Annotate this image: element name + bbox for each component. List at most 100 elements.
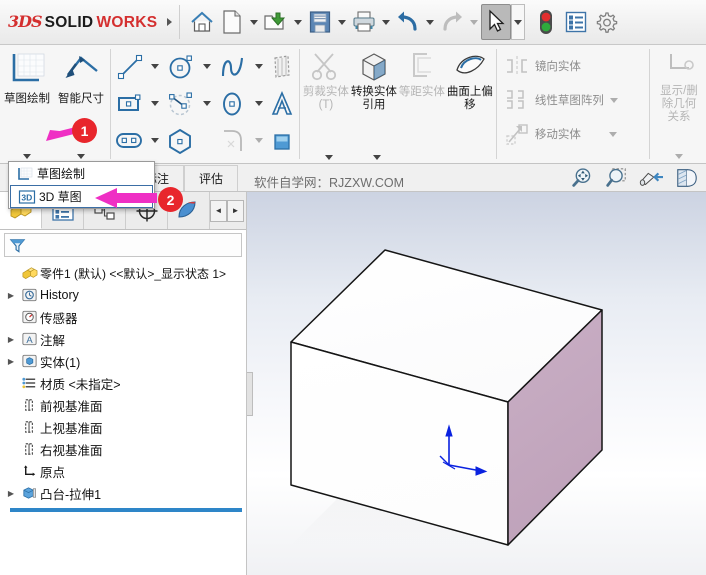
feature-manager-panel: ◄ ► 零件1 (默认) <<默认>_显示状态 1> ▶ History 传感器… (0, 192, 247, 575)
graphics-area[interactable] (247, 192, 706, 575)
smart-dimension-button[interactable]: 智能尺寸 (54, 45, 108, 163)
tree-item-right-plane[interactable]: 右视基准面 (4, 438, 246, 460)
tree-item-origin[interactable]: 原点 (4, 460, 246, 482)
tree-item-history[interactable]: ▶ History (4, 284, 246, 306)
tree-item-annotations[interactable]: ▶ A 注解 (4, 328, 246, 350)
expand-arrow-icon[interactable]: ▶ (4, 489, 18, 498)
slot-icon (116, 132, 142, 148)
origin-icon (18, 463, 40, 479)
save-button[interactable] (305, 4, 335, 40)
offset-entities-button[interactable]: 等距实体 (398, 45, 446, 163)
tree-item-front-plane[interactable]: 前视基准面 (4, 394, 246, 416)
smart-dimension-dropdown[interactable] (54, 154, 108, 159)
ellipse-tool[interactable] (215, 85, 251, 122)
sketch-fillet-icon (223, 129, 242, 151)
tree-item-material[interactable]: 材质 <未指定> (4, 372, 246, 394)
tab-evaluate[interactable]: 评估 (184, 165, 239, 191)
trim-entities-button[interactable]: 剪裁实体(T) (302, 45, 350, 163)
select-dropdown[interactable] (511, 4, 526, 40)
menu-expand-icon[interactable] (167, 18, 173, 26)
mirror-entities-label: 镜向实体 (534, 61, 581, 73)
convert-entities-label: 转换实体引用 (350, 86, 397, 111)
save-dropdown[interactable] (335, 4, 349, 40)
sketch-fillet-tool[interactable] (215, 122, 251, 159)
settings-button[interactable] (591, 4, 621, 40)
offset-on-surface-icon (456, 55, 485, 74)
select-button[interactable] (481, 4, 512, 40)
nav-next-button[interactable]: ► (227, 199, 244, 222)
redo-dropdown[interactable] (467, 4, 481, 40)
polygon-tool[interactable] (163, 122, 199, 159)
linear-pattern-dropdown[interactable] (609, 97, 618, 103)
tree-item-extrude[interactable]: ▶ 凸台-拉伸1 (4, 482, 246, 504)
tree-label-extrude: 凸台-拉伸1 (40, 487, 102, 502)
section-view-button[interactable] (674, 166, 700, 195)
menu-item-sketch[interactable]: 草图绘制 (9, 162, 154, 185)
circle-tool-dropdown[interactable] (199, 48, 215, 85)
rectangle-tool-dropdown[interactable] (147, 85, 163, 122)
view-orientation-icon (639, 172, 663, 186)
filter-funnel-icon (9, 238, 26, 253)
line-tool[interactable] (113, 48, 147, 85)
display-relations-dropdown[interactable] (652, 154, 706, 159)
view-orientation-button[interactable] (638, 166, 664, 195)
undo-dropdown[interactable] (423, 4, 437, 40)
spline-tool-dropdown[interactable] (251, 48, 267, 85)
arc-tool[interactable] (163, 85, 199, 122)
slot-tool-dropdown[interactable] (147, 122, 163, 159)
nav-prev-button[interactable]: ◄ (210, 199, 227, 222)
tree-root-part[interactable]: 零件1 (默认) <<默认>_显示状态 1> (4, 262, 246, 284)
open-button[interactable] (261, 4, 291, 40)
redo-button[interactable] (437, 4, 467, 40)
move-entities-dropdown[interactable] (608, 131, 617, 137)
arc-tool-dropdown[interactable] (199, 85, 215, 122)
sketch-button[interactable]: 草图绘制 (0, 45, 54, 163)
home-button[interactable] (187, 4, 217, 40)
spline-tool[interactable] (215, 48, 251, 85)
undo-button[interactable] (393, 4, 423, 40)
smart-dimension-icon (65, 56, 98, 78)
line-tool-dropdown[interactable] (147, 48, 163, 85)
linear-sketch-pattern-button[interactable]: 线性草图阵列 (499, 83, 647, 117)
slot-tool[interactable] (113, 122, 147, 159)
watermark-text: 软件自学网：RJZXW.COM (254, 176, 405, 190)
print-button[interactable] (349, 4, 379, 40)
extrude-boss-icon (18, 485, 40, 501)
tree-item-solid-bodies[interactable]: ▶ 实体(1) (4, 350, 246, 372)
mirror-entities-button[interactable]: 镜向实体 (499, 49, 647, 83)
options-button[interactable] (561, 4, 591, 40)
text-tool[interactable] (267, 85, 297, 122)
rectangle-tool[interactable] (113, 85, 147, 122)
expand-arrow-icon[interactable]: ▶ (4, 357, 18, 366)
ellipse-tool-dropdown[interactable] (251, 85, 267, 122)
tree-filter-bar[interactable] (4, 233, 242, 257)
menu-item-3d-sketch[interactable]: 3D 3D 草图 (10, 185, 153, 208)
convert-group-dropdown[interactable] (372, 155, 381, 160)
settings-gear-icon (597, 12, 618, 33)
line-icon (117, 54, 143, 79)
open-dropdown[interactable] (291, 4, 305, 40)
circle-tool[interactable] (163, 48, 199, 85)
shaded-sketch-contour-tool[interactable] (267, 122, 297, 159)
tree-item-sensors[interactable]: 传感器 (4, 306, 246, 328)
zoom-to-area-button[interactable] (604, 166, 628, 195)
expand-arrow-icon[interactable]: ▶ (4, 335, 18, 344)
rollback-bar[interactable] (10, 508, 242, 512)
new-document-button[interactable] (217, 4, 247, 40)
rebuild-button[interactable] (531, 4, 561, 40)
offset-on-surface-button[interactable]: 曲面上偏移 (446, 45, 494, 163)
trim-group-dropdown[interactable] (324, 155, 333, 160)
model-view (290, 249, 603, 546)
sketch-dropdown[interactable] (0, 154, 54, 159)
expand-arrow-icon[interactable]: ▶ (4, 291, 18, 300)
move-entities-button[interactable]: 移动实体 (499, 117, 647, 151)
print-dropdown[interactable] (379, 4, 393, 40)
convert-entities-button[interactable]: 转换实体引用 (350, 45, 398, 163)
zoom-to-fit-button[interactable] (570, 166, 594, 195)
sketch-fillet-dropdown[interactable] (251, 122, 267, 159)
display-delete-relations-button[interactable]: 显示/删 除几何 关系 (652, 45, 706, 163)
tree-item-top-plane[interactable]: 上视基准面 (4, 416, 246, 438)
panel-resize-handle[interactable] (247, 372, 253, 416)
sketch-pattern-tool[interactable] (267, 48, 297, 85)
new-document-dropdown[interactable] (247, 4, 261, 40)
